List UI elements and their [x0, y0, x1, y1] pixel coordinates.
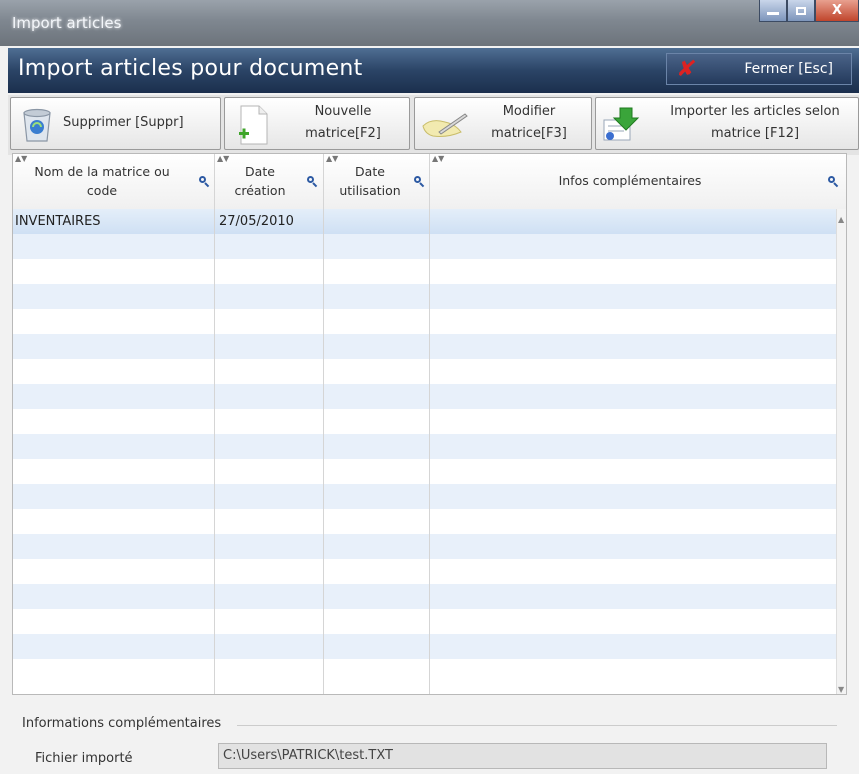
column-name-line1: Nom de la matrice ou	[34, 164, 170, 179]
edit-pencil-icon	[422, 113, 468, 137]
table-row[interactable]	[13, 284, 839, 309]
window-titlebar: Import articles X	[0, 0, 859, 46]
close-icon: X	[831, 3, 843, 18]
page-title: Import articles pour document	[18, 56, 363, 81]
maximize-button[interactable]	[787, 0, 815, 22]
column-header-infos[interactable]: ▲▼ Infos complémentaires	[430, 154, 846, 209]
table-row[interactable]	[13, 409, 839, 434]
table-row[interactable]	[13, 484, 839, 509]
vertical-scrollbar[interactable]: ▲ ▼	[836, 209, 846, 694]
column-header-created[interactable]: ▲▼ Date création	[215, 154, 324, 209]
table-row[interactable]	[13, 384, 839, 409]
table-row[interactable]	[13, 434, 839, 459]
column-header-name[interactable]: ▲▼ Nom de la matrice ou code	[13, 154, 215, 209]
column-used-line1: Date	[355, 164, 385, 179]
sort-icon: ▲▼	[432, 154, 445, 163]
cell-created: 27/05/2010	[219, 214, 294, 229]
import-articles-button[interactable]: Importer les articles selon matrice [F12…	[595, 97, 859, 150]
column-divider	[214, 209, 215, 694]
table-row[interactable]	[13, 334, 839, 359]
table-row[interactable]	[13, 359, 839, 384]
window-controls: X	[759, 0, 859, 24]
window-close-button[interactable]: X	[815, 0, 859, 22]
table-row[interactable]	[13, 584, 839, 609]
column-divider	[323, 209, 324, 694]
delete-button[interactable]: Supprimer [Suppr]	[10, 97, 221, 150]
minimize-icon	[767, 12, 779, 15]
infos-group-label: Informations complémentaires	[22, 716, 222, 731]
search-icon[interactable]	[307, 176, 318, 188]
edit-matrix-button[interactable]: Modifier matrice[F3]	[414, 97, 592, 150]
column-divider	[429, 209, 430, 694]
column-created-line1: Date	[245, 164, 275, 179]
infos-group-divider	[237, 725, 837, 726]
search-icon[interactable]	[414, 176, 425, 188]
import-articles-label-2: matrice [F12]	[710, 126, 800, 141]
toolbar: Supprimer [Suppr] Nouvelle matrice[F2] M…	[8, 95, 859, 155]
close-button-label: Fermer [Esc]	[744, 61, 833, 77]
close-button[interactable]: ✘ Fermer [Esc]	[666, 53, 852, 85]
new-matrix-label-1: Nouvelle	[314, 104, 372, 119]
table-row[interactable]	[13, 309, 839, 334]
scroll-up-icon[interactable]: ▲	[838, 215, 844, 224]
table-row[interactable]	[13, 534, 839, 559]
search-icon[interactable]	[199, 176, 210, 188]
import-articles-label-1: Importer les articles selon	[670, 104, 840, 119]
delete-button-label: Supprimer [Suppr]	[63, 115, 184, 130]
table-row[interactable]	[13, 459, 839, 484]
page-header: Import articles pour document ✘ Fermer […	[8, 48, 859, 93]
window-title: Import articles	[12, 14, 122, 32]
minimize-button[interactable]	[759, 0, 787, 22]
table-row[interactable]	[13, 559, 839, 584]
matrix-table: ▲▼ Nom de la matrice ou code ▲▼ Date créat…	[12, 153, 847, 695]
column-created-line2: création	[234, 183, 286, 198]
scroll-down-icon[interactable]: ▼	[838, 685, 844, 694]
table-header: ▲▼ Nom de la matrice ou code ▲▼ Date créat…	[13, 154, 846, 210]
import-arrow-icon	[603, 107, 640, 141]
edit-matrix-label-1: Modifier	[502, 104, 556, 119]
column-name-line2: code	[86, 183, 118, 198]
close-cross-icon: ✘	[674, 57, 698, 82]
table-row[interactable]	[13, 259, 839, 284]
table-row[interactable]	[13, 634, 839, 659]
new-document-icon	[239, 105, 268, 145]
cell-name: INVENTAIRES	[15, 214, 101, 229]
column-used-line2: utilisation	[339, 183, 401, 198]
table-row[interactable]	[13, 234, 839, 259]
maximize-icon	[796, 6, 806, 15]
imported-file-label: Fichier importé	[35, 751, 133, 766]
recycle-bin-icon	[23, 108, 51, 142]
column-infos-label: Infos complémentaires	[558, 173, 702, 188]
imported-file-field[interactable]: C:\Users\PATRICK\test.TXT	[218, 743, 827, 769]
edit-matrix-label-2: matrice[F3]	[491, 126, 567, 141]
table-row[interactable]	[13, 509, 839, 534]
sort-icon: ▲▼	[15, 154, 28, 163]
table-row[interactable]	[13, 609, 839, 634]
table-row[interactable]: INVENTAIRES 27/05/2010	[13, 209, 839, 234]
table-row[interactable]	[13, 659, 839, 684]
new-matrix-label-2: matrice[F2]	[305, 126, 381, 141]
column-header-used[interactable]: ▲▼ Date utilisation	[324, 154, 430, 209]
search-icon[interactable]	[828, 176, 839, 188]
new-matrix-button[interactable]: Nouvelle matrice[F2]	[224, 97, 410, 150]
